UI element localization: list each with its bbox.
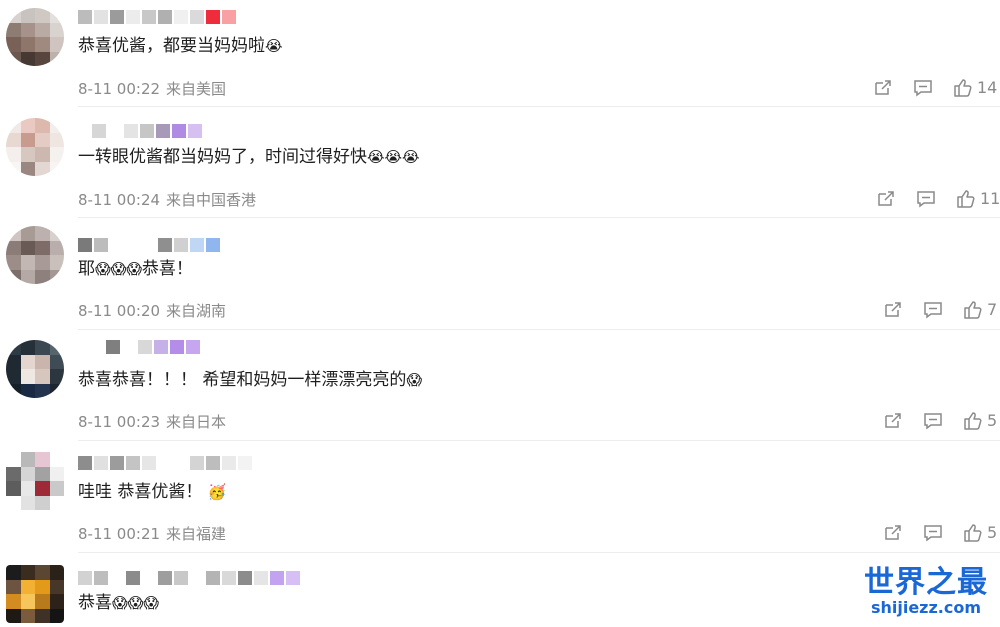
share-icon[interactable] — [873, 79, 893, 97]
crying-emoji: 😭😭😭 — [367, 148, 420, 166]
thumbs-up-icon — [953, 78, 973, 97]
like-count: 14 — [977, 78, 998, 97]
divider — [78, 329, 1000, 330]
username-pixelated[interactable] — [78, 238, 220, 252]
comment-actions: 5 — [883, 523, 997, 542]
thumbs-up-icon — [956, 189, 976, 208]
timestamp: 8-11 00:23 — [78, 413, 161, 431]
timestamp: 8-11 00:21 — [78, 525, 161, 543]
comment-icon[interactable] — [923, 412, 943, 430]
comment-meta: 8-11 00:20 来自湖南 — [78, 300, 226, 321]
thumbs-up-icon — [963, 300, 983, 319]
username-pixelated[interactable] — [78, 10, 236, 24]
comment-actions: 5 — [883, 411, 997, 430]
comment-meta: 8-11 00:23 来自日本 — [78, 411, 226, 432]
watermark-logo: 世界之最 shijiezz.com — [864, 567, 988, 617]
username-pixelated[interactable] — [92, 124, 202, 138]
comment-icon[interactable] — [923, 524, 943, 542]
avatar[interactable] — [6, 118, 64, 176]
like-count: 5 — [987, 411, 998, 430]
share-icon[interactable] — [876, 190, 896, 208]
avatar[interactable] — [6, 8, 64, 66]
comment-text: 恭喜恭喜！！！ 希望和妈妈一样漂漂亮亮的😱 — [78, 370, 423, 390]
screaming-emoji: 😱 — [406, 371, 423, 389]
divider — [78, 217, 1000, 218]
screaming-emoji: 😱😱😱 — [112, 594, 159, 612]
comment-text: 耶😱😱😱恭喜！ — [78, 259, 193, 279]
party-emoji: 🥳 — [207, 483, 227, 501]
timestamp: 8-11 00:22 — [78, 80, 161, 98]
comment-text: 一转眼优酱都当妈妈了，时间过得好快😭😭😭 — [78, 147, 420, 167]
timestamp: 8-11 00:24 — [78, 191, 161, 209]
thumbs-up-icon — [963, 523, 983, 542]
comment-actions: 14 — [873, 78, 997, 97]
username-pixelated[interactable] — [106, 340, 200, 354]
comment-actions: 7 — [883, 300, 997, 319]
avatar[interactable] — [6, 226, 64, 284]
like-button[interactable]: 7 — [963, 300, 997, 319]
divider — [78, 552, 1000, 553]
like-button[interactable]: 5 — [963, 411, 997, 430]
like-button[interactable]: 5 — [963, 523, 997, 542]
watermark-title: 世界之最 — [864, 565, 988, 600]
location: 来自日本 — [166, 413, 227, 431]
comment-meta: 8-11 00:22 来自美国 — [78, 78, 226, 99]
avatar[interactable] — [6, 565, 64, 623]
comment-text: 恭喜😱😱😱 — [78, 593, 159, 613]
timestamp: 8-11 00:20 — [78, 302, 161, 320]
divider — [78, 106, 1000, 107]
comment-actions: 11 — [876, 189, 1000, 208]
like-button[interactable]: 11 — [956, 189, 1000, 208]
like-count: 11 — [980, 189, 1000, 208]
location: 来自福建 — [166, 525, 227, 543]
crying-emoji: 😭 — [265, 37, 283, 55]
share-icon[interactable] — [883, 301, 903, 319]
comment-icon[interactable] — [913, 79, 933, 97]
watermark-subtitle: shijiezz.com — [870, 598, 982, 617]
like-button[interactable]: 14 — [953, 78, 997, 97]
avatar[interactable] — [6, 452, 64, 510]
comment-text: 恭喜优酱，都要当妈妈啦😭 — [78, 36, 283, 56]
screaming-emoji: 😱😱😱 — [95, 260, 142, 278]
comment-icon[interactable] — [923, 301, 943, 319]
like-count: 5 — [987, 523, 998, 542]
username-pixelated[interactable] — [78, 571, 300, 585]
location: 来自湖南 — [166, 302, 227, 320]
like-count: 7 — [987, 300, 998, 319]
share-icon[interactable] — [883, 524, 903, 542]
location: 来自中国香港 — [166, 191, 257, 209]
divider — [78, 440, 1000, 441]
share-icon[interactable] — [883, 412, 903, 430]
avatar[interactable] — [6, 340, 64, 398]
comment-meta: 8-11 00:24 来自中国香港 — [78, 189, 256, 210]
username-pixelated[interactable] — [78, 456, 252, 470]
comment-text: 哇哇 恭喜优酱！ 🥳 — [78, 482, 227, 502]
location: 来自美国 — [166, 80, 227, 98]
comment-icon[interactable] — [916, 190, 936, 208]
comment-meta: 8-11 00:21 来自福建 — [78, 523, 226, 544]
thumbs-up-icon — [963, 411, 983, 430]
